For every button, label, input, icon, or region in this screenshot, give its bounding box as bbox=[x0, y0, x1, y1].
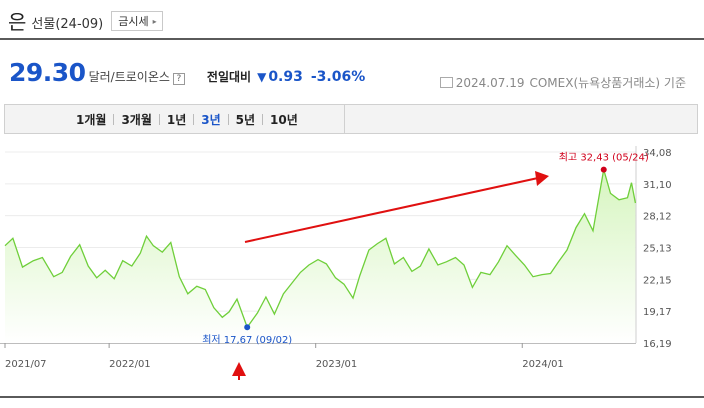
title-row: 은 선물(24-09) 금시세 ▸ bbox=[8, 6, 163, 34]
low-marker bbox=[244, 324, 251, 331]
high-label: 최고 32,43 (05/24) bbox=[559, 152, 649, 164]
change-value: 0.93 bbox=[268, 69, 303, 85]
change-percent: -3.06% bbox=[310, 69, 366, 85]
quote-source: COMEX(뉴욕상품거래소) 기준 bbox=[529, 76, 686, 90]
y-tick-label: 25,13 bbox=[643, 244, 672, 255]
tab-2[interactable]: 1년 bbox=[164, 111, 189, 128]
gold-price-button[interactable]: 금시세 ▸ bbox=[111, 11, 163, 31]
quote-date: 2024.07.19 bbox=[455, 75, 525, 90]
current-price: 29.30 bbox=[9, 58, 86, 87]
gold-price-button-label: 금시세 bbox=[118, 15, 149, 28]
trend-arrow-line bbox=[244, 177, 539, 243]
tab-separator bbox=[193, 113, 195, 125]
price-chart: 34,0831,1028,1225,1322,1519,1716,192021/… bbox=[0, 146, 672, 380]
x-tick-label: 2024/01 bbox=[522, 359, 564, 370]
tab-0[interactable]: 1개월 bbox=[73, 111, 109, 128]
x-tick-label: 2021/07 bbox=[5, 359, 47, 370]
header-divider bbox=[0, 38, 704, 40]
y-tick-label: 31,10 bbox=[643, 180, 672, 191]
tab-separator bbox=[158, 113, 160, 125]
period-tab-group: 1개월 3개월 1년 3년 5년 10년 bbox=[5, 105, 345, 133]
y-tick-label: 16,19 bbox=[643, 339, 672, 350]
x-tick-label: 2022/01 bbox=[109, 359, 151, 370]
calendar-icon bbox=[439, 77, 453, 88]
low-label: 최저 17,67 (09/02) bbox=[202, 334, 292, 346]
quote-row: 29.30 달러/트로이온스 ? 전일대비 ▼ 0.93 -3.06% bbox=[9, 58, 365, 87]
tab-3[interactable]: 3년 bbox=[198, 111, 223, 128]
page-subtitle: 선물(24-09) bbox=[31, 16, 104, 32]
bottom-divider bbox=[0, 396, 704, 398]
page-title: 은 bbox=[8, 9, 27, 34]
tab-separator bbox=[113, 113, 115, 125]
period-tabs: 1개월 3개월 1년 3년 5년 10년 bbox=[4, 104, 698, 134]
tab-separator bbox=[262, 113, 264, 125]
x-tick-label: 2023/01 bbox=[316, 359, 358, 370]
price-area bbox=[5, 169, 636, 343]
chevron-right-icon: ▸ bbox=[152, 16, 157, 26]
change-label: 전일대비 bbox=[206, 70, 252, 84]
y-tick-label: 22,15 bbox=[643, 275, 672, 286]
y-tick-label: 28,12 bbox=[643, 212, 672, 223]
tab-5[interactable]: 10년 bbox=[267, 111, 301, 128]
price-unit: 달러/트로이온스 bbox=[88, 70, 170, 84]
high-marker bbox=[600, 166, 607, 173]
low-arrow-head bbox=[232, 362, 246, 376]
y-tick-label: 19,17 bbox=[643, 307, 672, 318]
tab-4[interactable]: 5년 bbox=[233, 111, 258, 128]
quote-meta: 2024.07.19 COMEX(뉴욕상품거래소) 기준 bbox=[439, 74, 686, 91]
tab-1[interactable]: 3개월 bbox=[118, 111, 154, 128]
tab-separator bbox=[227, 113, 229, 125]
down-arrow-icon: ▼ bbox=[257, 70, 267, 84]
help-icon[interactable]: ? bbox=[172, 73, 185, 85]
